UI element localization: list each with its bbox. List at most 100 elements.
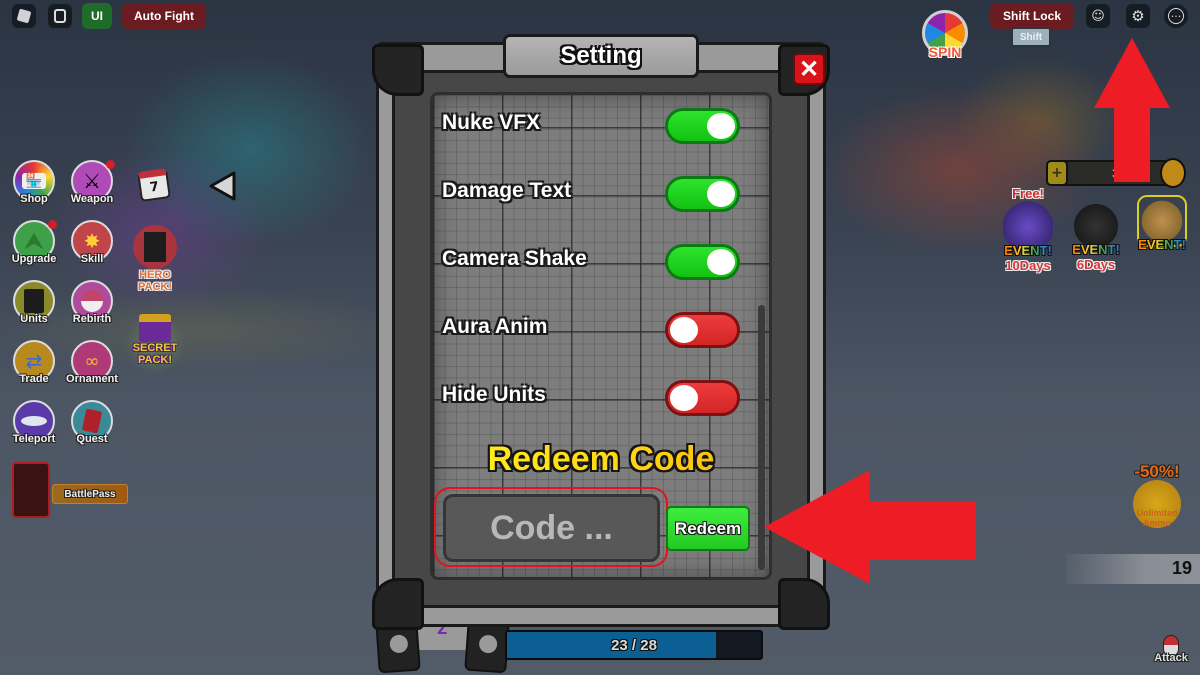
event-tag: EVENT! [1130, 237, 1194, 252]
event-button-3[interactable]: EVENT! [1130, 195, 1194, 252]
menu-quest-button[interactable]: Quest [67, 400, 117, 456]
setting-label: Hide Units [442, 383, 546, 406]
gift-icon [139, 314, 171, 342]
close-button[interactable]: ✕ [793, 53, 825, 85]
discount-label: -50%! [1134, 462, 1180, 481]
roblox-menu-button[interactable] [12, 4, 36, 28]
settings-button[interactable]: ⚙ [1126, 4, 1150, 28]
event-days: 10Days [1005, 258, 1051, 273]
panel-corner [372, 44, 424, 96]
chat-button[interactable] [48, 4, 72, 28]
redeem-button-label: Redeem [674, 518, 742, 538]
menu-skill-button[interactable]: ✸ Skill [67, 220, 117, 276]
menu-rebirth-button[interactable]: Rebirth [67, 280, 117, 336]
menu-label: Rebirth [72, 313, 112, 325]
aura-anim-toggle[interactable] [665, 312, 740, 348]
panel-title-tab: Setting [503, 34, 699, 78]
auto-fight-label: Auto Fight [134, 9, 194, 23]
shift-key-label: Shift [1019, 31, 1043, 43]
annotation-arrow-left [764, 470, 976, 584]
toggle-knob [707, 113, 735, 139]
ui-toggle-button[interactable]: UI [82, 3, 112, 29]
battlepass-character-icon [12, 462, 50, 518]
secret-pack-label: SECRET PACK! [132, 342, 178, 366]
unlimited-ammo-button[interactable]: -50%! Unlimited Ammo [1122, 462, 1192, 542]
ammo-label: Unlimited Ammo [1136, 508, 1178, 528]
toggle-knob [707, 249, 735, 275]
event-tag: EVENT! [1064, 242, 1128, 257]
hero-pack-label: HERO PACK! [137, 269, 172, 293]
setting-label: Nuke VFX [442, 111, 541, 134]
counter-bar: 19 [1066, 554, 1200, 584]
shift-lock-label: Shift Lock [1002, 9, 1061, 23]
attack-button[interactable]: Attack [1150, 635, 1192, 673]
emotes-icon: ☺ [1091, 8, 1105, 24]
damage-text-toggle[interactable] [665, 176, 740, 212]
menu-label: Teleport [12, 433, 56, 445]
redeem-code-heading: Redeem Code [430, 440, 772, 479]
setting-row-nuke-vfx: Nuke VFX [442, 108, 742, 144]
gear-icon: ⚙ [1131, 7, 1145, 25]
menu-units-button[interactable]: Units [9, 280, 59, 336]
close-icon: ✕ [798, 55, 820, 83]
menu-label: Units [20, 313, 48, 325]
menu-label: Quest [76, 433, 108, 445]
menu-label: Weapon [70, 193, 114, 205]
progress-text: 23 / 28 [611, 636, 657, 654]
event-button-2[interactable]: EVENT! 6Days [1064, 200, 1128, 272]
notification-dot [48, 220, 57, 229]
add-currency-button[interactable]: + [1046, 160, 1068, 186]
event-free-label: Free! [1012, 186, 1044, 201]
setting-row-hide-units: Hide Units [442, 380, 742, 416]
daily-reward-button[interactable]: 7 [137, 168, 171, 202]
setting-row-camera-shake: Camera Shake [442, 244, 742, 280]
collapse-menu-button[interactable] [208, 170, 238, 206]
setting-label: Damage Text [442, 179, 572, 202]
menu-upgrade-button[interactable]: ⮝ Upgrade [9, 220, 59, 276]
panel-corner [778, 578, 830, 630]
camera-shake-toggle[interactable] [665, 244, 740, 280]
toggle-knob [670, 317, 698, 343]
menu-label: Skill [80, 253, 104, 265]
counter-value: 19 [1171, 558, 1192, 578]
event-days: 6Days [1076, 257, 1116, 272]
battlepass-label-box: BattlePass [52, 484, 128, 504]
event-tag: EVENT! [996, 243, 1060, 258]
shift-key-hint: Shift [1011, 27, 1051, 47]
hero-pack-icon [133, 225, 177, 269]
setting-label: Camera Shake [442, 247, 587, 270]
secret-pack-button[interactable]: SECRET PACK! [124, 310, 186, 380]
more-button[interactable]: ··· [1164, 4, 1188, 28]
spin-label: SPIN [928, 44, 962, 60]
roblox-logo-icon [16, 8, 32, 24]
panel-title: Setting [560, 42, 642, 69]
nuke-vfx-toggle[interactable] [665, 108, 740, 144]
attack-label: Attack [1154, 652, 1188, 664]
hero-pack-button[interactable]: HERO PACK! [128, 225, 182, 300]
menu-shop-button[interactable]: 🏪 Shop [9, 160, 59, 216]
menu-trade-button[interactable]: ⇄ Trade [9, 340, 59, 396]
redeem-code-input[interactable] [443, 494, 660, 562]
chat-icon [54, 9, 66, 23]
redeem-button[interactable]: Redeem [666, 506, 750, 551]
more-icon: ··· [1168, 8, 1184, 24]
emotes-button[interactable]: ☺ [1086, 4, 1110, 28]
menu-label: Trade [19, 373, 49, 385]
menu-teleport-button[interactable]: Teleport [9, 400, 59, 456]
setting-label: Aura Anim [442, 315, 548, 338]
shift-lock-button[interactable]: Shift Lock [990, 3, 1074, 29]
auto-fight-button[interactable]: Auto Fight [122, 3, 206, 29]
battlepass-button[interactable]: BattlePass [8, 462, 128, 522]
setting-row-aura-anim: Aura Anim [442, 312, 742, 348]
event-button-1[interactable]: Free! EVENT! 10Days [996, 186, 1060, 273]
menu-weapon-button[interactable]: ⚔ Weapon [67, 160, 117, 216]
calendar-icon: 7 [148, 179, 160, 196]
annotation-arrow-up [1094, 38, 1170, 182]
spin-button[interactable]: SPIN [918, 10, 972, 72]
hide-units-toggle[interactable] [665, 380, 740, 416]
menu-ornament-button[interactable]: ∞ Ornament [66, 340, 118, 396]
toggle-knob [707, 181, 735, 207]
triangle-left-icon [209, 171, 236, 201]
battlepass-label: BattlePass [64, 488, 116, 500]
menu-label: Ornament [66, 373, 118, 385]
